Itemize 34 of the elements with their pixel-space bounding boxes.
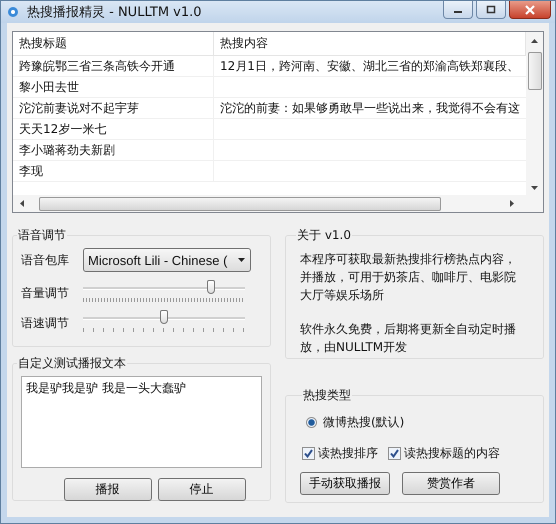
group-title: 自定义测试播报文本 xyxy=(17,355,127,372)
list-cell: 李小璐蒋劲夫新剧 xyxy=(19,142,115,158)
action-button[interactable]: 停止 xyxy=(158,478,246,501)
text-area[interactable]: 我是驴我是驴 我是一头大蠢驴 xyxy=(21,376,262,468)
list-cell: 沱沱的前妻：如果够勇敢早一些说出来，我觉得不会有这 xyxy=(220,100,520,116)
list-row[interactable]: 天天12岁一米七 xyxy=(13,119,526,140)
list-cell: 跨豫皖鄂三省三条高铁今开通 xyxy=(19,58,175,74)
list-cell: 沱沱前妻说对不起宇芽 xyxy=(19,100,139,116)
voice-dropdown[interactable]: Microsoft Lili - Chinese ( xyxy=(83,248,251,272)
list-row[interactable]: 沱沱前妻说对不起宇芽 沱沱的前妻：如果够勇敢早一些说出来，我觉得不会有这 xyxy=(13,98,526,119)
checkbox-option[interactable]: 读热搜标题的内容 xyxy=(388,445,500,462)
field-label: 音量调节 xyxy=(21,285,70,302)
field-label: 语音包库 xyxy=(21,252,70,268)
checkbox-option[interactable]: 读热搜排序 xyxy=(302,445,378,462)
list-cell: 天天12岁一米七 xyxy=(19,120,106,138)
action-button[interactable]: 赞赏作者 xyxy=(402,472,500,495)
list-row[interactable]: 李小璐蒋劲夫新剧 xyxy=(13,140,526,161)
list-row[interactable]: 跨豫皖鄂三省三条高铁今开通 12月1日，跨河南、安徽、湖北三省的郑渝高铁郑襄段、 xyxy=(13,56,526,77)
window-title: 热搜播报精灵 - NULLTM v1.0 xyxy=(27,4,203,21)
column-header[interactable]: 热搜标题 xyxy=(13,32,214,55)
list-cell: 12月1日，跨河南、安徽、湖北三省的郑渝高铁郑襄段、 xyxy=(220,58,519,74)
list-row[interactable]: 黎小田去世 xyxy=(13,77,526,98)
about-text: 软件永久免费，后期将更新全自动定时播放，由NULLTM开发 xyxy=(300,321,517,356)
radio-option[interactable]: 微博热搜(默认) xyxy=(306,414,535,431)
list-cell: 李现 xyxy=(19,162,43,180)
about-text: 本程序可获取最新热搜排行榜热点内容，并播放，可用于奶茶店、咖啡厅、电影院大厅等娱乐场所 xyxy=(300,251,517,304)
action-button[interactable]: 手动获取播报 xyxy=(300,472,390,495)
group-title: 热搜类型 xyxy=(302,387,352,404)
list-cell: 黎小田去世 xyxy=(19,78,79,96)
list-row[interactable]: 李现 xyxy=(13,161,526,182)
group-title: 关于 v1.0 xyxy=(296,227,352,244)
group-title: 语音调节 xyxy=(17,227,67,244)
field-label: 语速调节 xyxy=(21,315,70,332)
action-button[interactable]: 播报 xyxy=(64,478,152,501)
